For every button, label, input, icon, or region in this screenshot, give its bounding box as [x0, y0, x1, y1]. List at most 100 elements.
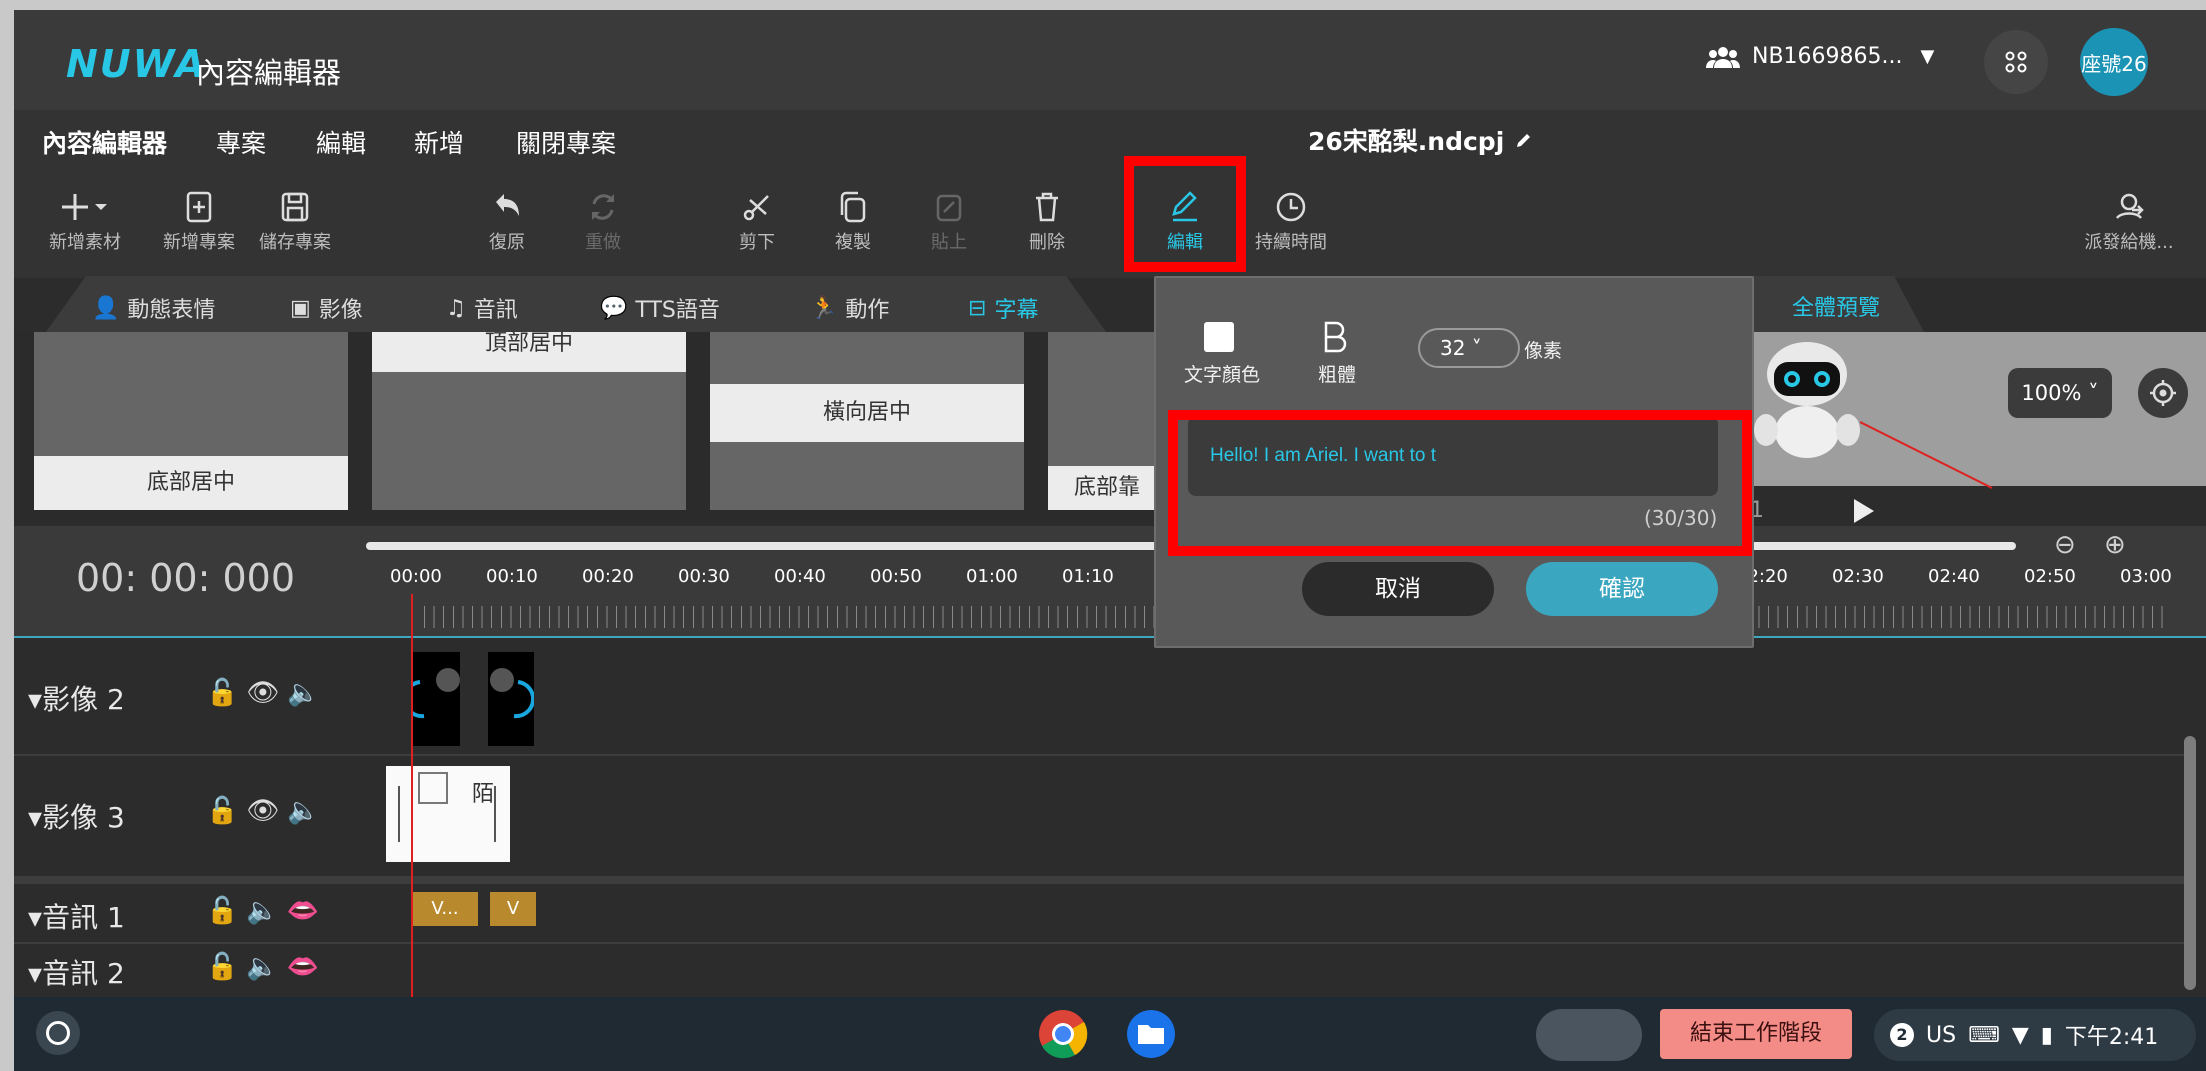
subtitle-clip[interactable]: 陌: [386, 766, 510, 862]
track-image-3: ▾影像 3 🔓 👁 🔈 陌: [14, 754, 2184, 884]
account-switcher[interactable]: NB1669865... ▼: [1706, 44, 1934, 69]
tab-audio[interactable]: ♫ 音訊: [446, 292, 518, 324]
tab-subtitle-label: 字幕: [994, 298, 1039, 323]
menu-close-project[interactable]: 關閉專案: [516, 124, 616, 160]
template-top-center[interactable]: 頂部居中: [372, 332, 686, 510]
tab-image[interactable]: ▣ 影像: [290, 292, 363, 324]
tick-label: 01:10: [1062, 566, 1114, 587]
playhead[interactable]: [411, 594, 413, 997]
cut-button[interactable]: 剪下: [702, 190, 812, 254]
menu-edit[interactable]: 編輯: [316, 124, 366, 160]
tab-full-preview-label: 全體預覽: [1792, 296, 1881, 321]
undo-button[interactable]: 復原: [452, 190, 562, 254]
tab-image-label: 影像: [318, 298, 363, 323]
tab-tts[interactable]: 💬 TTS語音: [600, 292, 720, 324]
menu-project[interactable]: 專案: [216, 124, 266, 160]
avatar[interactable]: 座號26: [2080, 28, 2148, 96]
plus-icon: [62, 194, 107, 220]
tick-label: 00:50: [870, 566, 922, 587]
volume-icon[interactable]: 🔈: [246, 896, 278, 926]
text-color-swatch[interactable]: [1204, 322, 1234, 352]
scissors-icon: [743, 195, 769, 221]
preview-zoom-select[interactable]: 100% ˅: [2008, 368, 2112, 418]
track-controls: 🔓 👁 🔈: [206, 796, 320, 826]
add-material-label: 新增素材: [49, 232, 121, 253]
status-tray[interactable]: 2 US ⌨ ▼ ▮ 下午2:41: [1874, 1009, 2196, 1061]
clip-handle-left[interactable]: [398, 786, 400, 842]
files-icon[interactable]: [1126, 1009, 1176, 1059]
caret-icon: ▾: [28, 901, 43, 934]
clock-time: 下午2:41: [2064, 1025, 2159, 1050]
desk-preview[interactable]: [1536, 1009, 1642, 1061]
font-size-select[interactable]: 32 ˅: [1418, 328, 1520, 368]
unlock-icon[interactable]: 🔓: [206, 796, 238, 826]
template-horizontal-center[interactable]: 橫向居中: [710, 332, 1024, 510]
eye-icon[interactable]: 👁: [246, 796, 279, 826]
trash-icon: [1036, 192, 1058, 222]
duration-button[interactable]: 持續時間: [1236, 190, 1346, 254]
redo-button[interactable]: 重做: [548, 190, 658, 254]
zoom-in-icon[interactable]: ⊕: [2104, 530, 2126, 560]
confirm-button[interactable]: 確認: [1526, 562, 1718, 616]
template-bottom-center[interactable]: 底部居中: [34, 332, 348, 510]
end-session-button[interactable]: 結束工作階段: [1660, 1009, 1852, 1059]
lips-icon[interactable]: 👄: [287, 952, 319, 982]
menu-add[interactable]: 新增: [414, 124, 464, 160]
zoom-out-icon[interactable]: ⊖: [2054, 530, 2076, 560]
audio-clip[interactable]: V: [490, 892, 536, 926]
apps-grid-button[interactable]: [1984, 30, 2048, 94]
unlock-icon[interactable]: 🔓: [206, 952, 238, 982]
tab-tts-label: TTS語音: [635, 298, 720, 323]
track-controls: 🔓 🔈 👄: [206, 896, 319, 926]
audio-clip[interactable]: V...: [412, 892, 478, 926]
video-clip[interactable]: [402, 652, 460, 746]
launcher-button[interactable]: [36, 1011, 80, 1055]
undo-icon: [496, 194, 519, 216]
track-image-2: ▾影像 2 🔓 👁 🔈: [14, 638, 2184, 756]
text-color-label: 文字顏色: [1184, 364, 1261, 386]
delete-button[interactable]: 刪除: [992, 190, 1102, 254]
copy-button[interactable]: 複製: [798, 190, 908, 254]
play-icon[interactable]: [1848, 496, 1878, 526]
volume-icon[interactable]: 🔈: [287, 796, 319, 826]
crosshair-icon: [2150, 380, 2176, 406]
zoom-value: 100%: [2021, 381, 2082, 405]
font-size-value: 32: [1440, 336, 1466, 360]
track-label: ▾音訊 1: [28, 901, 125, 934]
clip-handle-right[interactable]: [494, 786, 496, 842]
chevron-down-icon: ▼: [1920, 46, 1935, 67]
bold-button[interactable]: 粗體: [1306, 314, 1366, 386]
volume-icon[interactable]: 🔈: [246, 952, 278, 982]
tab-subtitle[interactable]: ⊟ 字幕: [968, 292, 1038, 324]
menu-app[interactable]: 內容編輯器: [42, 124, 167, 160]
video-clip[interactable]: [488, 652, 536, 746]
chat-icon: 💬: [600, 295, 628, 321]
paste-button[interactable]: 貼上: [894, 190, 1004, 254]
lips-icon[interactable]: 👄: [287, 896, 319, 926]
grid-icon: [2005, 51, 2027, 73]
undo-label: 復原: [489, 232, 525, 253]
add-material-button[interactable]: 新增素材: [30, 190, 140, 254]
recenter-button[interactable]: [2138, 368, 2188, 418]
template-label: 橫向居中: [710, 384, 1024, 442]
redo-icon: [592, 194, 614, 220]
caret-icon: ▾: [28, 683, 43, 716]
tab-motion[interactable]: 🏃 動作: [810, 292, 889, 324]
template-bottom-side[interactable]: 底部靠: [1048, 332, 1158, 510]
save-project-button[interactable]: 儲存專案: [240, 190, 350, 254]
chrome-icon[interactable]: [1038, 1009, 1088, 1059]
text-input-highlight-box: [1168, 410, 1752, 556]
cancel-button[interactable]: 取消: [1302, 562, 1494, 616]
dispatch-button[interactable]: 派發給機...: [2064, 190, 2194, 254]
clip-text: 陌: [472, 782, 495, 807]
robot-image: [1754, 342, 1860, 458]
chevron-down-icon: ˅: [2081, 381, 2099, 405]
tracks-vertical-scrollbar[interactable]: [2184, 736, 2196, 990]
project-name[interactable]: 26宋酩梨.ndcpj: [1308, 122, 1534, 158]
unlock-icon[interactable]: 🔓: [206, 896, 238, 926]
eye-icon[interactable]: 👁: [246, 678, 279, 708]
new-project-button[interactable]: 新增專案: [144, 190, 254, 254]
tab-expression[interactable]: 👤 動態表情: [92, 292, 215, 324]
unlock-icon[interactable]: 🔓: [206, 678, 238, 708]
volume-icon[interactable]: 🔈: [287, 678, 319, 708]
